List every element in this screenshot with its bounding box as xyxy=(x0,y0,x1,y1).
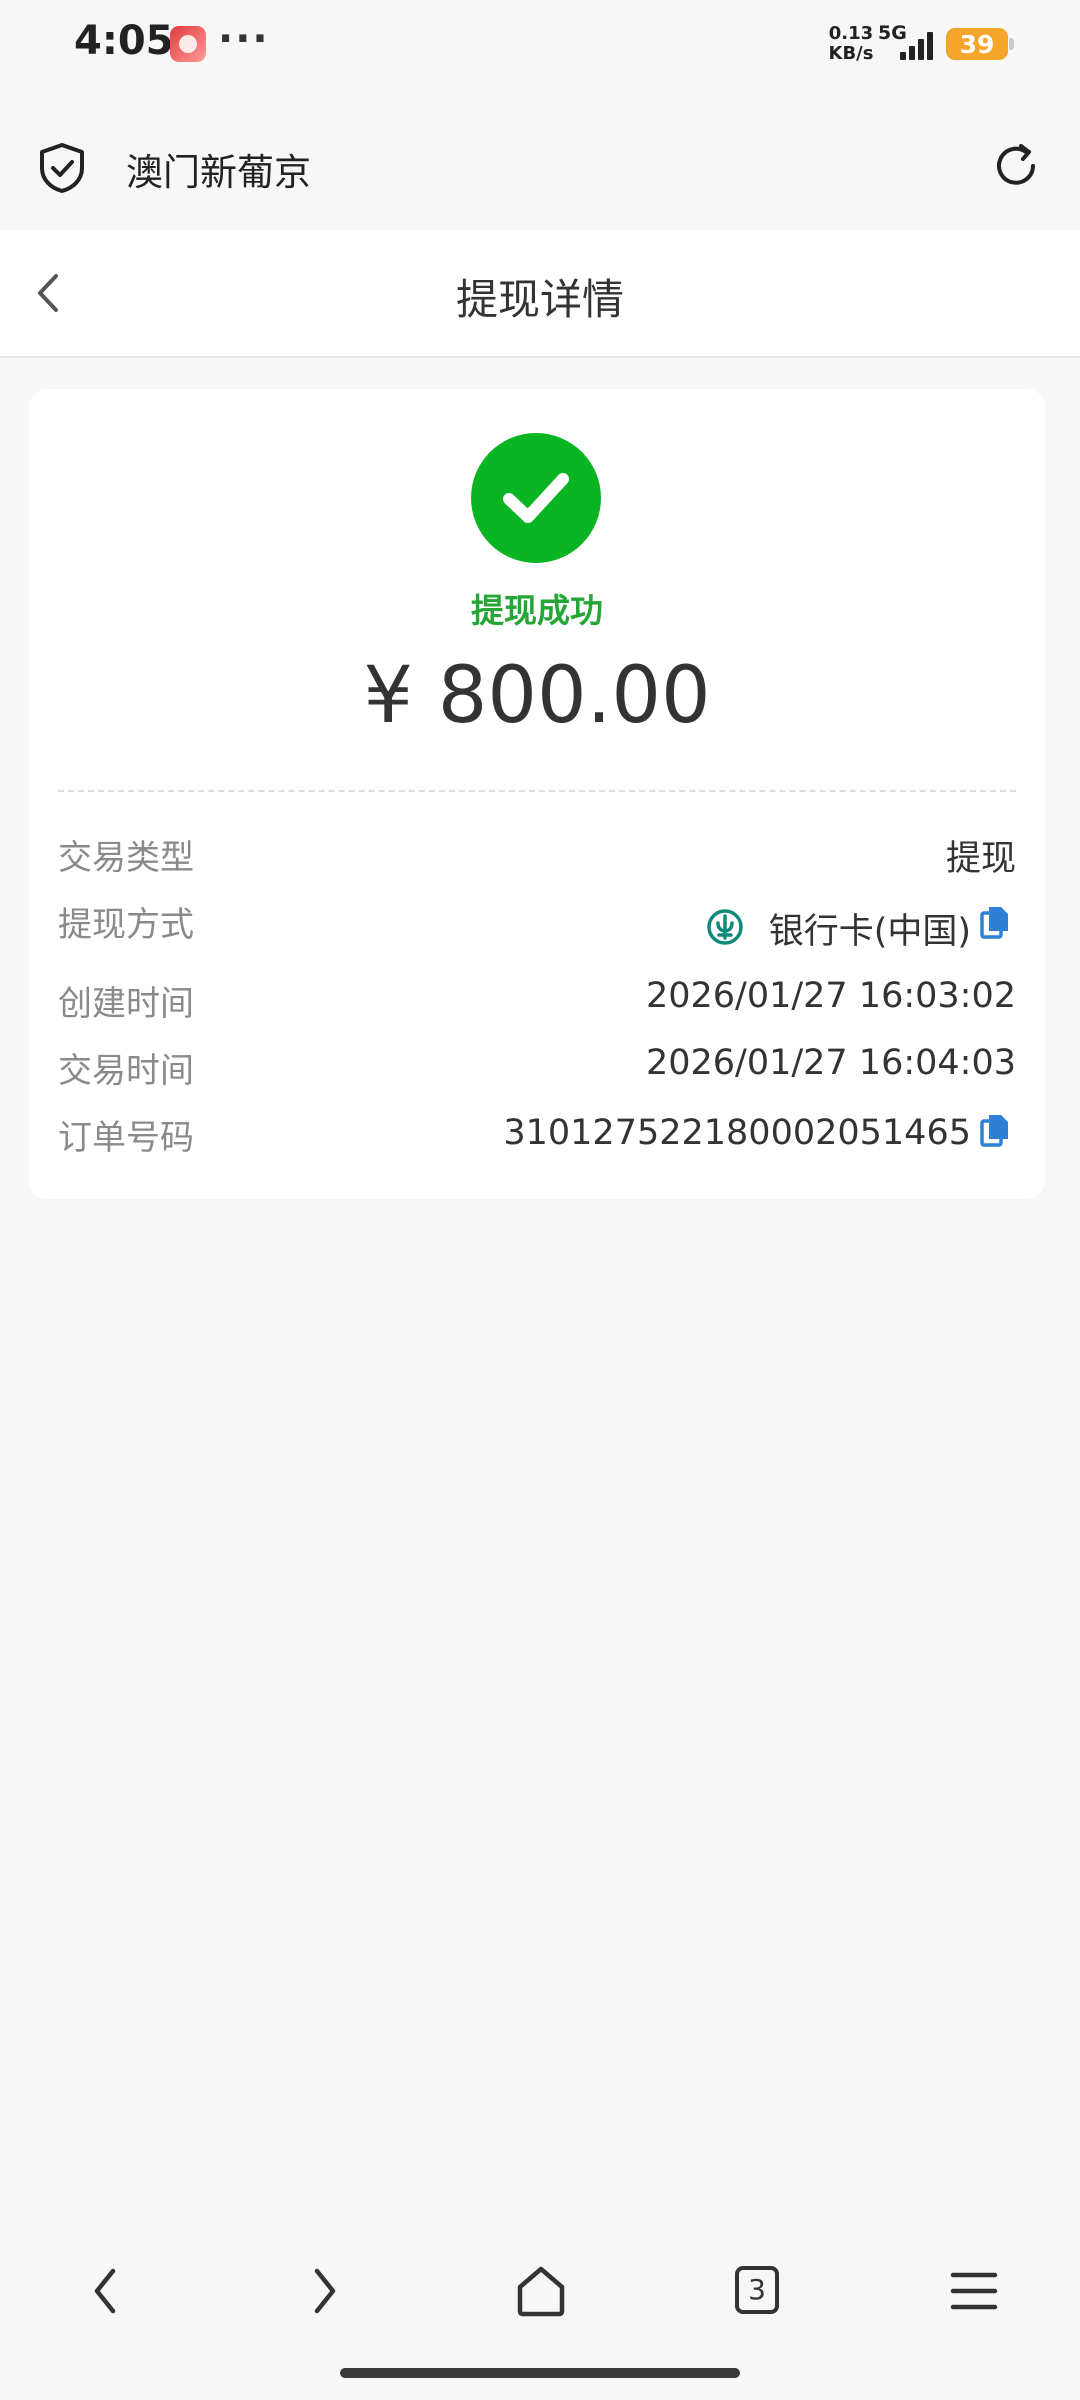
network-speed-unit: KB/s xyxy=(828,43,874,64)
nav-forward-button[interactable] xyxy=(268,2236,378,2346)
created-time-value: 2026/01/27 16:03:02 xyxy=(645,976,1016,1016)
nav-menu-button[interactable] xyxy=(918,2236,1028,2346)
tabs-icon: 3 xyxy=(735,2266,779,2314)
home-icon xyxy=(517,2266,565,2317)
withdrawal-detail-card: 提现成功 ¥ 800.00 交易类型 提现 提现方式 银行卡(中国) 创建时间 … xyxy=(29,389,1045,1199)
network-speed-value: 0.13 xyxy=(828,23,874,44)
status-text: 提现成功 xyxy=(471,591,603,630)
dashed-divider xyxy=(58,790,1016,792)
nav-tabs-button[interactable]: 3 xyxy=(701,2236,811,2346)
status-time: 4:05 xyxy=(74,18,174,64)
page-title: 提现详情 xyxy=(455,275,624,324)
copy-icon[interactable] xyxy=(979,904,1011,940)
order-number-label: 订单号码 xyxy=(58,1118,194,1158)
status-bar: 4:05 ··· 0.13 KB/s 5G 39 xyxy=(0,0,1080,92)
home-indicator[interactable] xyxy=(340,2368,740,2378)
site-name[interactable]: 澳门新葡京 xyxy=(126,142,311,196)
chevron-left-icon xyxy=(94,2268,116,2314)
success-check-icon xyxy=(471,433,601,563)
created-time-label: 创建时间 xyxy=(58,984,194,1024)
withdrawal-method-label: 提现方式 xyxy=(58,905,194,945)
app-notification-icon xyxy=(170,26,206,62)
bank-logo-icon xyxy=(707,909,743,945)
browser-bottom-nav: 3 xyxy=(0,2236,1080,2346)
refresh-icon[interactable] xyxy=(990,140,1042,192)
signal-icon xyxy=(900,30,934,60)
battery-icon: 39 xyxy=(946,28,1014,60)
nav-back-button[interactable] xyxy=(52,2236,162,2346)
trade-time-label: 交易时间 xyxy=(58,1051,194,1091)
menu-icon xyxy=(950,2272,998,2310)
trade-time-value: 2026/01/27 16:04:03 xyxy=(645,1043,1016,1083)
shield-check-icon[interactable] xyxy=(38,142,86,194)
more-notifications-icon: ··· xyxy=(218,16,270,62)
transaction-type-label: 交易类型 xyxy=(58,838,194,878)
order-number-value: 310127522180002051465 xyxy=(503,1113,971,1153)
nav-home-button[interactable] xyxy=(485,2236,595,2346)
chevron-right-icon xyxy=(314,2268,336,2314)
withdrawal-amount: ¥ 800.00 xyxy=(363,651,711,741)
withdrawal-method-value: 银行卡(中国) xyxy=(768,912,971,952)
page-header: 提现详情 xyxy=(0,230,1080,358)
browser-toolbar: 澳门新葡京 xyxy=(0,92,1080,230)
transaction-type-value: 提现 xyxy=(945,839,1016,879)
copy-icon[interactable] xyxy=(979,1112,1011,1148)
network-speed: 0.13 KB/s xyxy=(826,24,876,64)
battery-level: 39 xyxy=(959,30,995,59)
